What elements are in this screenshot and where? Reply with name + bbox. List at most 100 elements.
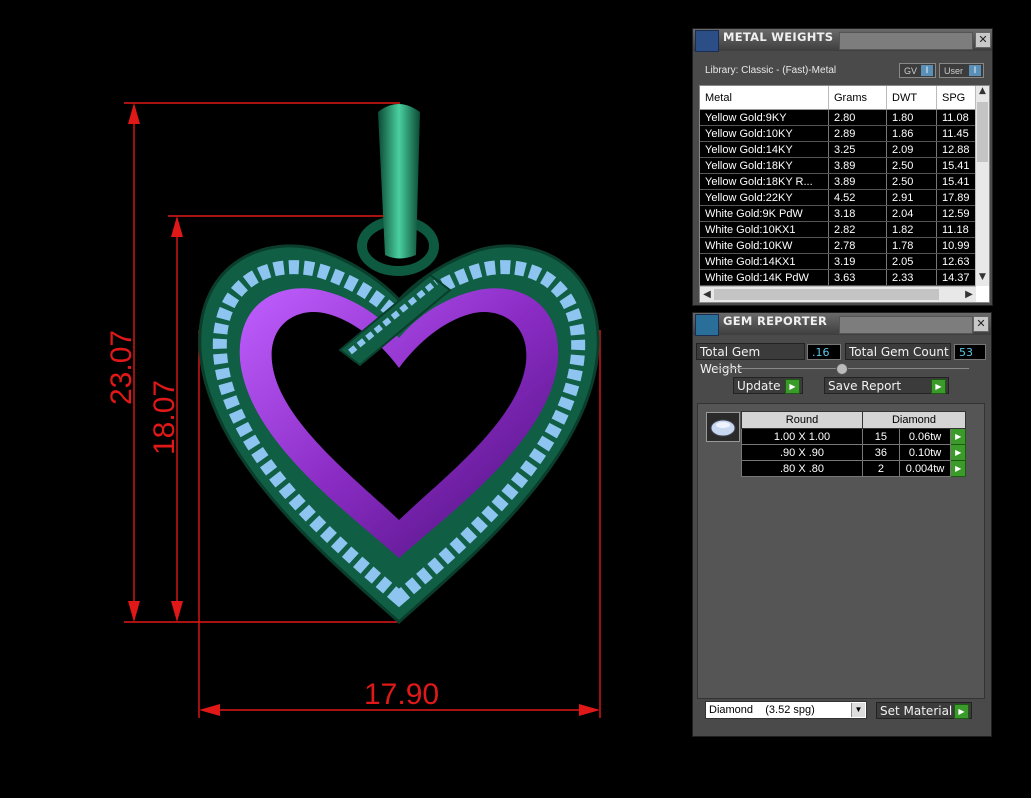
metal-table[interactable]: Metal Grams DWT SPG Yellow Gold:9KY 2.80 1… bbox=[699, 85, 990, 303]
cell-metal: White Gold:10KW bbox=[700, 237, 829, 254]
total-gem-weight-label: Total Gem Weight bbox=[696, 343, 805, 376]
gem-table: Round Diamond 1.00 X 1.00 15 0.06tw ▶ .9… bbox=[741, 411, 966, 477]
cell-grams: 3.18 bbox=[828, 205, 887, 222]
scroll-right-icon[interactable]: ▶ bbox=[962, 287, 976, 302]
total-gem-count-value: 53 bbox=[954, 344, 986, 360]
update-button[interactable]: Update ▶ bbox=[733, 377, 803, 394]
pendant-bail bbox=[357, 104, 439, 276]
save-report-button-label: Save Report bbox=[828, 379, 902, 393]
cell-dwt: 2.50 bbox=[886, 157, 937, 174]
column-header-dwt[interactable]: DWT bbox=[886, 86, 937, 110]
cell-metal: Yellow Gold:18KY R... bbox=[700, 173, 829, 190]
horizontal-scrollbar[interactable]: ◀ ▶ bbox=[700, 286, 976, 302]
play-icon: ▶ bbox=[785, 379, 800, 394]
update-button-label: Update bbox=[737, 379, 781, 393]
user-toggle[interactable]: User I bbox=[939, 63, 984, 78]
dimension-height-outer: 23.07 bbox=[105, 330, 138, 405]
cell-dwt: 2.50 bbox=[886, 173, 937, 190]
toggle-knob-icon: I bbox=[921, 65, 933, 76]
table-row[interactable]: Yellow Gold:22KY 4.52 2.91 17.89 bbox=[700, 189, 988, 206]
cell-metal: White Gold:14KX1 bbox=[700, 253, 829, 270]
scroll-left-icon[interactable]: ◀ bbox=[700, 287, 714, 302]
total-gem-weight-value: .16 bbox=[807, 344, 841, 360]
scroll-down-icon[interactable]: ▼ bbox=[976, 272, 989, 286]
titlebar-grip[interactable] bbox=[839, 32, 973, 50]
cell-grams: 2.80 bbox=[828, 109, 887, 126]
cell-dwt: 2.04 bbox=[886, 205, 937, 222]
save-report-button[interactable]: Save Report ▶ bbox=[824, 377, 949, 394]
chevron-down-icon: ▼ bbox=[851, 703, 865, 717]
gem-reporter-title: GEM REPORTER bbox=[723, 314, 828, 328]
gem-size: .80 X .80 bbox=[741, 460, 863, 477]
scroll-thumb[interactable] bbox=[714, 289, 939, 300]
cell-metal: Yellow Gold:9KY bbox=[700, 109, 829, 126]
cell-dwt: 1.86 bbox=[886, 125, 937, 142]
toggle-knob-icon: I bbox=[969, 65, 981, 76]
close-icon[interactable]: ✕ bbox=[975, 32, 991, 48]
table-row[interactable]: White Gold:10KW 2.78 1.78 10.99 bbox=[700, 237, 988, 254]
round-diamond-icon[interactable] bbox=[706, 412, 740, 442]
gem-row[interactable]: .80 X .80 2 0.004tw ▶ bbox=[741, 460, 966, 477]
cell-grams: 3.19 bbox=[828, 253, 887, 270]
cell-grams: 4.52 bbox=[828, 189, 887, 206]
gem-reporter-titlebar[interactable]: GEM REPORTER ✕ bbox=[693, 313, 991, 336]
library-label: Library: Classic - (Fast)-Metal bbox=[705, 65, 837, 76]
cell-dwt: 1.78 bbox=[886, 237, 937, 254]
column-header-metal[interactable]: Metal bbox=[700, 86, 829, 110]
table-row[interactable]: Yellow Gold:9KY 2.80 1.80 11.08 bbox=[700, 109, 988, 126]
gem-row[interactable]: .90 X .90 36 0.10tw ▶ bbox=[741, 444, 966, 461]
table-row[interactable]: Yellow Gold:18KY 3.89 2.50 15.41 bbox=[700, 157, 988, 174]
gem-shape-header: Round bbox=[741, 411, 863, 429]
metal-weights-panel: METAL WEIGHTS ✕ Library: Classic - (Fast… bbox=[692, 28, 993, 306]
cell-grams: 3.89 bbox=[828, 173, 887, 190]
splitter-knob-icon[interactable] bbox=[836, 363, 848, 375]
titlebar-grip[interactable] bbox=[839, 316, 973, 334]
gem-size: .90 X .90 bbox=[741, 444, 863, 461]
app-logo-icon bbox=[695, 30, 719, 52]
table-row[interactable]: White Gold:10KX1 2.82 1.82 11.18 bbox=[700, 221, 988, 238]
cell-metal: Yellow Gold:14KY bbox=[700, 141, 829, 158]
gem-weight: 0.004tw bbox=[898, 460, 952, 477]
cell-dwt: 2.91 bbox=[886, 189, 937, 206]
dimension-width: 17.90 bbox=[364, 678, 439, 711]
scroll-thumb[interactable] bbox=[977, 102, 988, 162]
gem-count: 2 bbox=[862, 460, 900, 477]
cell-metal: White Gold:10KX1 bbox=[700, 221, 829, 238]
dimension-height-inner: 18.07 bbox=[148, 380, 181, 455]
gv-toggle-label: GV bbox=[904, 66, 918, 76]
metal-weights-titlebar[interactable]: METAL WEIGHTS ✕ bbox=[693, 29, 992, 52]
cell-metal: White Gold:14K PdW bbox=[700, 269, 829, 286]
table-row[interactable]: White Gold:9K PdW 3.18 2.04 12.59 bbox=[700, 205, 988, 222]
gem-weight: 0.06tw bbox=[898, 428, 952, 445]
table-row[interactable]: Yellow Gold:14KY 3.25 2.09 12.88 bbox=[700, 141, 988, 158]
close-icon[interactable]: ✕ bbox=[973, 316, 989, 332]
table-row[interactable]: White Gold:14K PdW 3.63 2.33 14.37 bbox=[700, 269, 988, 286]
play-icon[interactable]: ▶ bbox=[950, 460, 966, 477]
gem-material-header: Diamond bbox=[862, 411, 966, 429]
gv-toggle[interactable]: GV I bbox=[899, 63, 936, 78]
vertical-scrollbar[interactable]: ▲ ▼ bbox=[975, 86, 989, 286]
cell-dwt: 1.82 bbox=[886, 221, 937, 238]
table-row[interactable]: Yellow Gold:18KY R... 3.89 2.50 15.41 bbox=[700, 173, 988, 190]
gem-row[interactable]: 1.00 X 1.00 15 0.06tw ▶ bbox=[741, 428, 966, 445]
table-row[interactable]: Yellow Gold:10KY 2.89 1.86 11.45 bbox=[700, 125, 988, 142]
table-row[interactable]: White Gold:14KX1 3.19 2.05 12.63 bbox=[700, 253, 988, 270]
cad-viewport[interactable]: 23.07 18.07 17.90 bbox=[0, 0, 690, 794]
cell-grams: 3.25 bbox=[828, 141, 887, 158]
play-icon: ▶ bbox=[931, 379, 946, 394]
gem-weight: 0.10tw bbox=[898, 444, 952, 461]
set-material-button[interactable]: Set Material ▶ bbox=[876, 702, 972, 719]
pendant-render: 23.07 18.07 17.90 bbox=[105, 102, 601, 718]
cell-grams: 2.89 bbox=[828, 125, 887, 142]
cell-grams: 2.78 bbox=[828, 237, 887, 254]
cell-metal: Yellow Gold:10KY bbox=[700, 125, 829, 142]
cell-metal: Yellow Gold:18KY bbox=[700, 157, 829, 174]
metal-weights-title: METAL WEIGHTS bbox=[723, 30, 834, 44]
play-icon[interactable]: ▶ bbox=[950, 428, 966, 445]
column-header-grams[interactable]: Grams bbox=[828, 86, 887, 110]
play-icon[interactable]: ▶ bbox=[950, 444, 966, 461]
cell-dwt: 2.33 bbox=[886, 269, 937, 286]
gem-count: 15 bbox=[862, 428, 900, 445]
scroll-up-icon[interactable]: ▲ bbox=[976, 86, 989, 100]
material-select[interactable]: Diamond (3.52 spg) ▼ bbox=[705, 701, 867, 719]
